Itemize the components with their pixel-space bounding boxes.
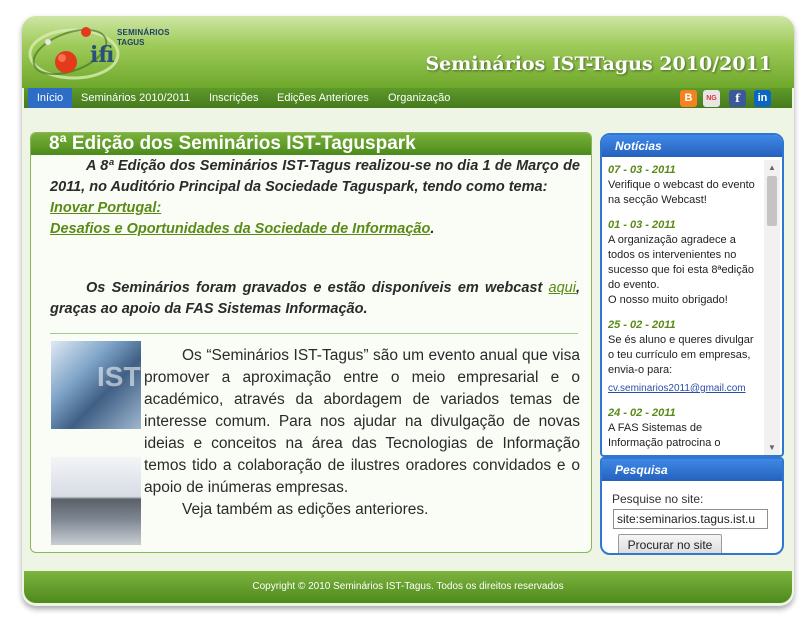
intro-text: A 8ª Edição dos Seminários IST-Tagus rea…	[50, 158, 580, 195]
intro-paragraph: A 8ª Edição dos Seminários IST-Tagus rea…	[50, 156, 580, 240]
nav-item-seminarios[interactable]: Seminários 2010/2011	[81, 88, 190, 108]
news-date: 01 - 03 - 2011	[608, 219, 676, 231]
facebook-icon[interactable]: f	[729, 90, 746, 107]
logo-text-seminarios: SEMINÁRIOS	[117, 28, 170, 37]
page-frame: ifi SEMINÁRIOS TAGUS Seminários IST-Tagu…	[22, 16, 794, 606]
scroll-down-arrow-icon[interactable]: ▼	[764, 442, 780, 454]
news-title: Notícias	[602, 135, 782, 157]
image-ist-lettering: IST	[97, 361, 141, 392]
news-text: O nosso muito obrigado!	[608, 294, 728, 306]
nav-item-inscricoes[interactable]: Inscrições	[209, 88, 259, 108]
news-panel: Notícias 07 - 03 - 2011 Verifique o webc…	[600, 133, 784, 457]
news-date: 07 - 03 - 2011	[608, 164, 676, 176]
main-nav: Início Seminários 2010/2011 Inscrições E…	[24, 88, 792, 108]
nav-item-inicio[interactable]: Início	[28, 88, 72, 108]
nav-item-organizacao[interactable]: Organização	[388, 88, 450, 108]
blogger-icon[interactable]: B	[680, 90, 697, 107]
webcast-paragraph: Os Seminários foram gravados e estão dis…	[50, 278, 580, 320]
news-item: 25 - 02 - 2011 Se és aluno e queres divu…	[608, 318, 760, 396]
content-divider	[50, 333, 578, 334]
search-button[interactable]: Procurar no site	[618, 534, 722, 553]
copyright-text: Copyright © 2010 Seminários IST-Tagus. T…	[252, 581, 564, 592]
description-paragraph: Os “Seminários IST-Tagus” são um evento …	[144, 345, 580, 521]
nav-item-edicoes-anteriores[interactable]: Edições Anteriores	[277, 88, 369, 108]
news-date: 24 - 02 - 2011	[608, 407, 676, 419]
main-content: 8ª Edição dos Seminários IST-Taguspark A…	[30, 132, 592, 553]
news-list: 07 - 03 - 2011 Verifique o webcast do ev…	[608, 163, 760, 455]
news-scrollbar[interactable]: ▲ ▼	[764, 160, 780, 455]
search-panel: Pesquisa Pesquise no site: Procurar no s…	[600, 457, 784, 555]
logo-mark: ifi	[90, 42, 114, 68]
building-image-ist: IST	[51, 341, 141, 429]
scroll-thumb[interactable]	[767, 176, 777, 226]
search-input[interactable]	[613, 509, 768, 529]
ning-icon[interactable]: NG	[703, 90, 720, 107]
site-title: Seminários IST-Tagus 2010/2011	[425, 53, 772, 75]
logo-text-tagus: TAGUS	[117, 38, 145, 47]
site-footer: Copyright © 2010 Seminários IST-Tagus. T…	[24, 571, 792, 603]
news-item: 01 - 03 - 2011 A organização agradece a …	[608, 218, 760, 308]
description-text: Os “Seminários IST-Tagus” são um evento …	[144, 347, 580, 496]
site-header: ifi SEMINÁRIOS TAGUS Seminários IST-Tagu…	[22, 16, 794, 88]
news-text: Verifique o webcast do evento na secção …	[608, 179, 755, 206]
webcast-link[interactable]: aqui	[549, 280, 576, 296]
news-item: 07 - 03 - 2011 Verifique o webcast do ev…	[608, 163, 760, 208]
search-title: Pesquisa	[602, 459, 782, 481]
news-text: A organização agradece a todos os interv…	[608, 234, 754, 291]
scroll-up-arrow-icon[interactable]: ▲	[764, 162, 780, 174]
news-text: Se és aluno e queres divulgar o teu curr…	[608, 334, 754, 376]
news-text: A FAS Sistemas de Informação patrocina o	[608, 422, 721, 449]
news-item: 24 - 02 - 2011 A FAS Sistemas de Informa…	[608, 406, 760, 451]
theme-link-inovar[interactable]: Inovar Portugal:	[50, 200, 161, 216]
webcast-text-before: Os Seminários foram gravados e estão dis…	[86, 280, 549, 296]
news-email-link[interactable]: cv.seminarios2011@gmail.com	[608, 383, 746, 394]
search-label: Pesquise no site:	[612, 492, 704, 506]
page-title: 8ª Edição dos Seminários IST-Taguspark	[31, 133, 591, 155]
building-image-taguspark	[51, 457, 141, 545]
news-date: 25 - 02 - 2011	[608, 319, 676, 331]
theme-link-desafios[interactable]: Desafios e Oportunidades da Sociedade de…	[50, 221, 430, 237]
linkedin-icon[interactable]: in	[754, 90, 771, 107]
see-also-text: Veja também as edições anteriores.	[182, 501, 429, 518]
theme-suffix: .	[430, 221, 435, 237]
